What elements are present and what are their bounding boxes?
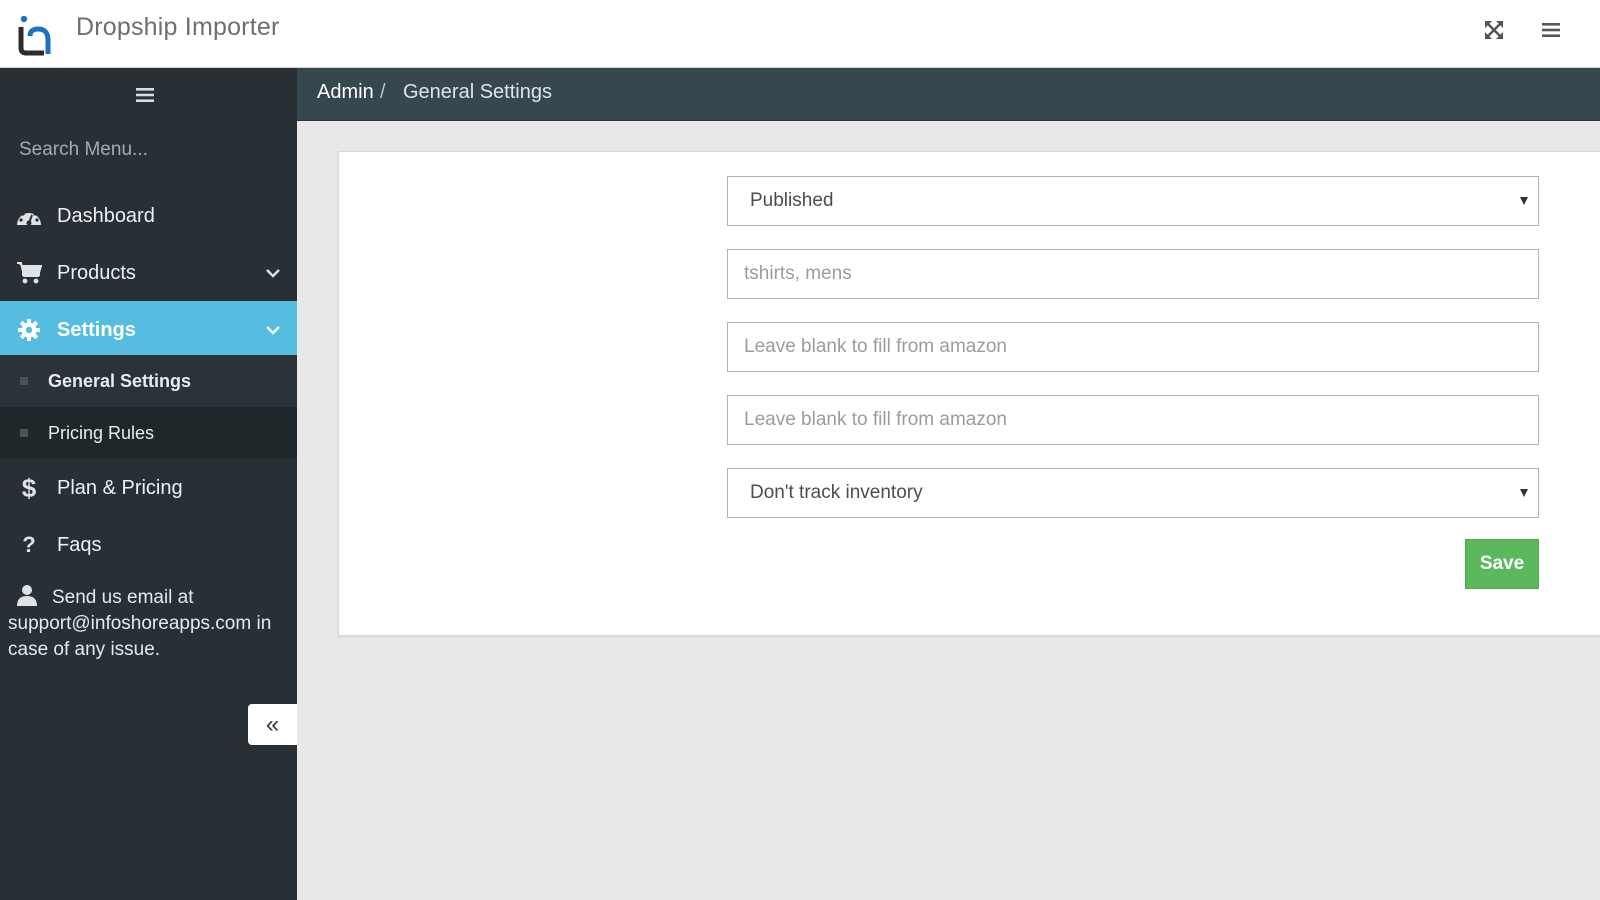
submenu-item-pricing-rules[interactable]: Pricing Rules [0,407,297,459]
chevron-down-icon [266,326,280,335]
sidebar-item-settings[interactable]: Settings [0,301,297,359]
inventory-policy-select-value: Don't track inventory [750,482,923,503]
caret-down-icon [1520,489,1528,497]
sidebar-item-products[interactable]: Products [0,244,297,302]
app-title: Dropship Importer [76,13,280,41]
form-row-inventory-policy: Inventory Policy Don't track inventory [339,468,1600,520]
submenu-bullet-icon [20,429,28,437]
form-row-published: Products should be published? Published [339,176,1600,228]
breadcrumb-separator: / [380,81,386,103]
user-icon [17,585,37,606]
hamburger-menu-icon [1542,23,1560,37]
form-row-default-tags: Default Tags [339,249,1600,301]
inventory-policy-select[interactable]: Don't track inventory [727,468,1539,518]
fullscreen-button[interactable] [1480,16,1508,44]
published-select-value: Published [750,190,834,211]
sidebar-item-label: Dashboard [57,204,155,227]
question-mark-icon: ? [22,532,36,557]
sidebar-item-faqs[interactable]: ? Faqs [0,516,297,574]
settings-submenu: General Settings Pricing Rules [0,355,297,459]
dashboard-gauge-icon [15,202,43,230]
infoshore-logo-icon [18,15,51,56]
default-product-type-input[interactable] [727,395,1539,445]
double-chevron-left-icon: « [265,710,280,738]
caret-down-icon [1520,197,1528,205]
submenu-bullet-icon [20,377,28,385]
breadcrumb: Admin / General Settings [297,68,1600,121]
form-row-default-product-type: Default Product Type [339,395,1600,447]
submenu-item-label: Pricing Rules [48,422,155,443]
general-settings-card: Products should be published? Published … [338,151,1600,636]
support-message: Send us email at support@infoshoreapps.c… [8,584,288,663]
sidebar-toggle-button[interactable] [136,86,160,108]
hamburger-menu-icon [136,88,154,102]
sidebar-item-label: Products [57,261,136,284]
breadcrumb-current: General Settings [403,81,552,103]
support-line-1: Send us email at [52,587,194,608]
sidebar-item-plan-pricing[interactable]: $ Plan & Pricing [0,459,297,517]
chevron-down-icon [266,269,280,278]
collapse-sidebar-button[interactable]: « [248,704,297,745]
sidebar-item-label: Settings [57,318,136,341]
default-vendor-input[interactable] [727,322,1539,372]
submenu-item-general-settings[interactable]: General Settings [0,355,297,407]
search-menu-input[interactable] [8,132,288,168]
save-button[interactable]: Save [1465,539,1539,589]
form-row-default-vendor: Default Vendor [339,322,1600,374]
gear-icon [15,316,43,344]
sidebar-item-label: Plan & Pricing [57,476,183,499]
sidebar-item-label: Faqs [57,533,102,556]
shopping-cart-icon [15,259,43,287]
dollar-icon: $ [21,472,37,503]
sidebar: Dashboard Products [0,68,297,900]
top-header: Dropship Importer [0,0,1600,68]
submenu-item-label: General Settings [48,370,192,391]
support-line-2: support@infoshoreapps.com in case of any… [8,613,272,660]
default-tags-input[interactable] [727,249,1539,299]
breadcrumb-admin-link[interactable]: Admin [317,81,374,104]
published-select[interactable]: Published [727,176,1539,226]
expand-arrows-icon [1485,21,1503,39]
header-menu-button[interactable] [1537,16,1565,44]
sidebar-item-dashboard[interactable]: Dashboard [0,187,297,245]
